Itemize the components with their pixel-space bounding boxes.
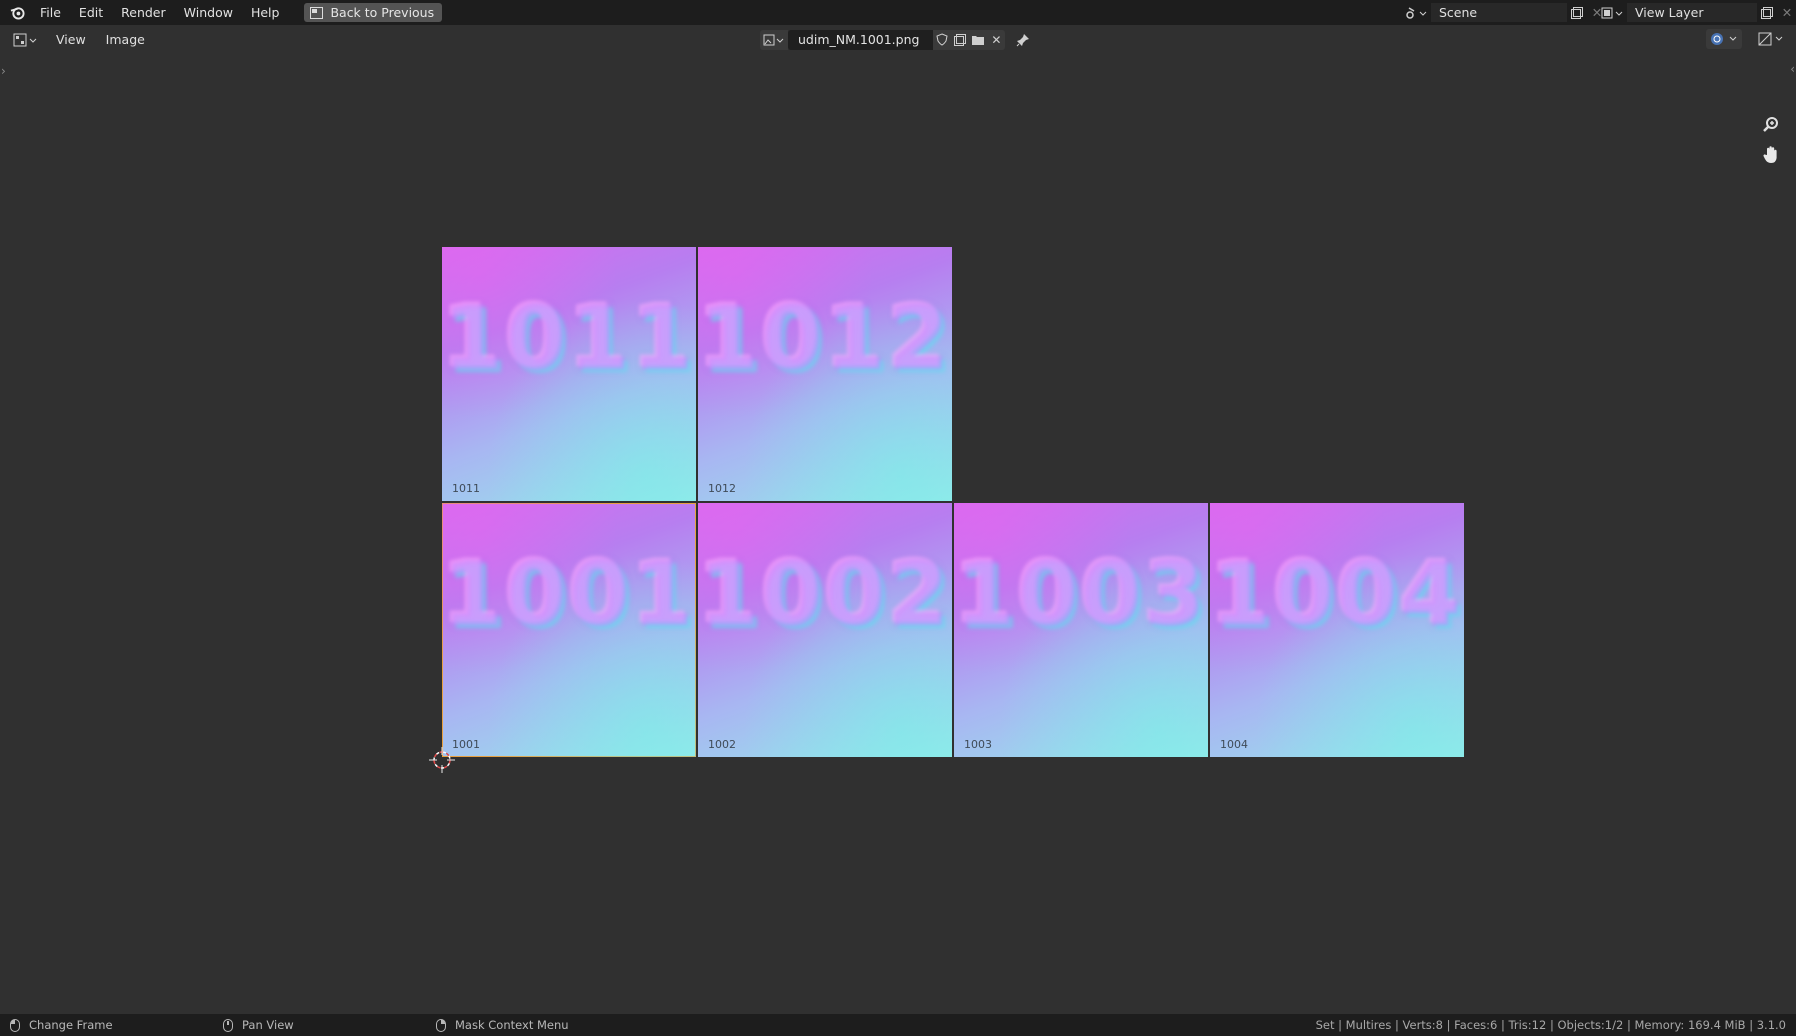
new-view-layer-icon[interactable] [1757,3,1777,22]
image-viewport[interactable]: › ‹ 1011 1011 1012 1012 1001 1001 1002 1… [0,54,1796,1014]
tile-art: 1012 [698,287,952,390]
navigation-gizmo [1760,114,1782,174]
hand-pan-icon[interactable] [1760,144,1782,166]
mouse-left-icon [10,1018,20,1032]
tile-label: 1011 [452,482,480,495]
display-channels-icon[interactable] [1756,29,1788,49]
gizmo-overlay-icon[interactable] [1706,29,1742,49]
status-middle-click-label: Pan View [242,1018,294,1032]
status-middle-click: Pan View [223,1014,294,1036]
udim-tile-1004: 1004 1004 [1210,503,1464,757]
tile-art: 1003 [954,543,1208,646]
scene-selector: Scene ✕ [1401,3,1607,22]
view-layer-selector: View Layer ✕ [1597,3,1796,22]
view-layer-field[interactable]: View Layer [1627,3,1757,22]
menu-image[interactable]: Image [96,32,155,47]
udim-tile-1003: 1003 1003 [954,503,1208,757]
menu-edit[interactable]: Edit [70,0,112,25]
tile-label: 1012 [708,482,736,495]
tile-label: 1001 [452,738,480,751]
scene-field[interactable]: Scene [1431,3,1567,22]
udim-tile-1012: 1012 1012 [698,247,952,501]
new-scene-icon[interactable] [1567,3,1587,22]
toolbar-expand-arrow-icon[interactable]: › [1,64,6,78]
new-image-icon[interactable] [951,29,970,50]
image-name-field[interactable]: udim_NM.1001.png [788,29,934,50]
2d-cursor-icon[interactable] [429,747,455,773]
sidebar-expand-arrow-icon[interactable]: ‹ [1790,62,1795,76]
tile-label: 1002 [708,738,736,751]
tile-label: 1003 [964,738,992,751]
menu-help[interactable]: Help [242,0,289,25]
status-left-click: Change Frame [10,1014,113,1036]
scene-icon[interactable] [1401,3,1431,22]
unlink-image-icon[interactable]: ✕ [987,29,1006,50]
tile-art: 1004 [1210,543,1464,646]
open-image-folder-icon[interactable] [969,29,988,50]
udim-tile-1001: 1001 1001 [442,503,696,757]
status-bar: Change Frame Pan View Mask Context Menu … [0,1014,1796,1036]
menu-view[interactable]: View [46,32,96,47]
menu-file[interactable]: File [31,0,70,25]
menu-window[interactable]: Window [175,0,242,25]
status-right-click: Mask Context Menu [436,1014,569,1036]
mouse-middle-icon [223,1018,233,1032]
menu-render[interactable]: Render [112,0,175,25]
image-editor-type-icon[interactable] [8,30,42,49]
browse-image-icon[interactable] [760,29,788,50]
pin-icon[interactable] [1013,30,1033,49]
back-to-previous-button[interactable]: Back to Previous [304,3,443,22]
tile-art: 1011 [442,287,696,390]
status-right-click-label: Mask Context Menu [455,1018,569,1032]
mouse-right-icon [436,1018,446,1032]
udim-tile-1011: 1011 1011 [442,247,696,501]
scene-statistics: Set | Multires | Verts:8 | Faces:6 | Tri… [1315,1018,1786,1032]
image-browse-group: udim_NM.1001.png ✕ [760,29,1033,50]
top-bar: File Edit Render Window Help Back to Pre… [0,0,1796,25]
tile-art: 1001 [442,543,696,646]
blender-logo-icon[interactable] [9,5,25,21]
image-editor-header: View Image udim_NM.1001.png ✕ [0,25,1796,55]
tile-label: 1004 [1220,738,1248,751]
fake-user-shield-icon[interactable] [933,29,952,50]
tile-art: 1002 [698,543,952,646]
udim-tile-1002: 1002 1002 [698,503,952,757]
view-layer-icon[interactable] [1597,3,1627,22]
delete-view-layer-icon[interactable]: ✕ [1777,3,1796,22]
back-to-previous-label: Back to Previous [330,5,435,20]
back-to-previous-icon [310,6,324,19]
zoom-icon[interactable] [1760,114,1782,136]
status-left-click-label: Change Frame [29,1018,113,1032]
